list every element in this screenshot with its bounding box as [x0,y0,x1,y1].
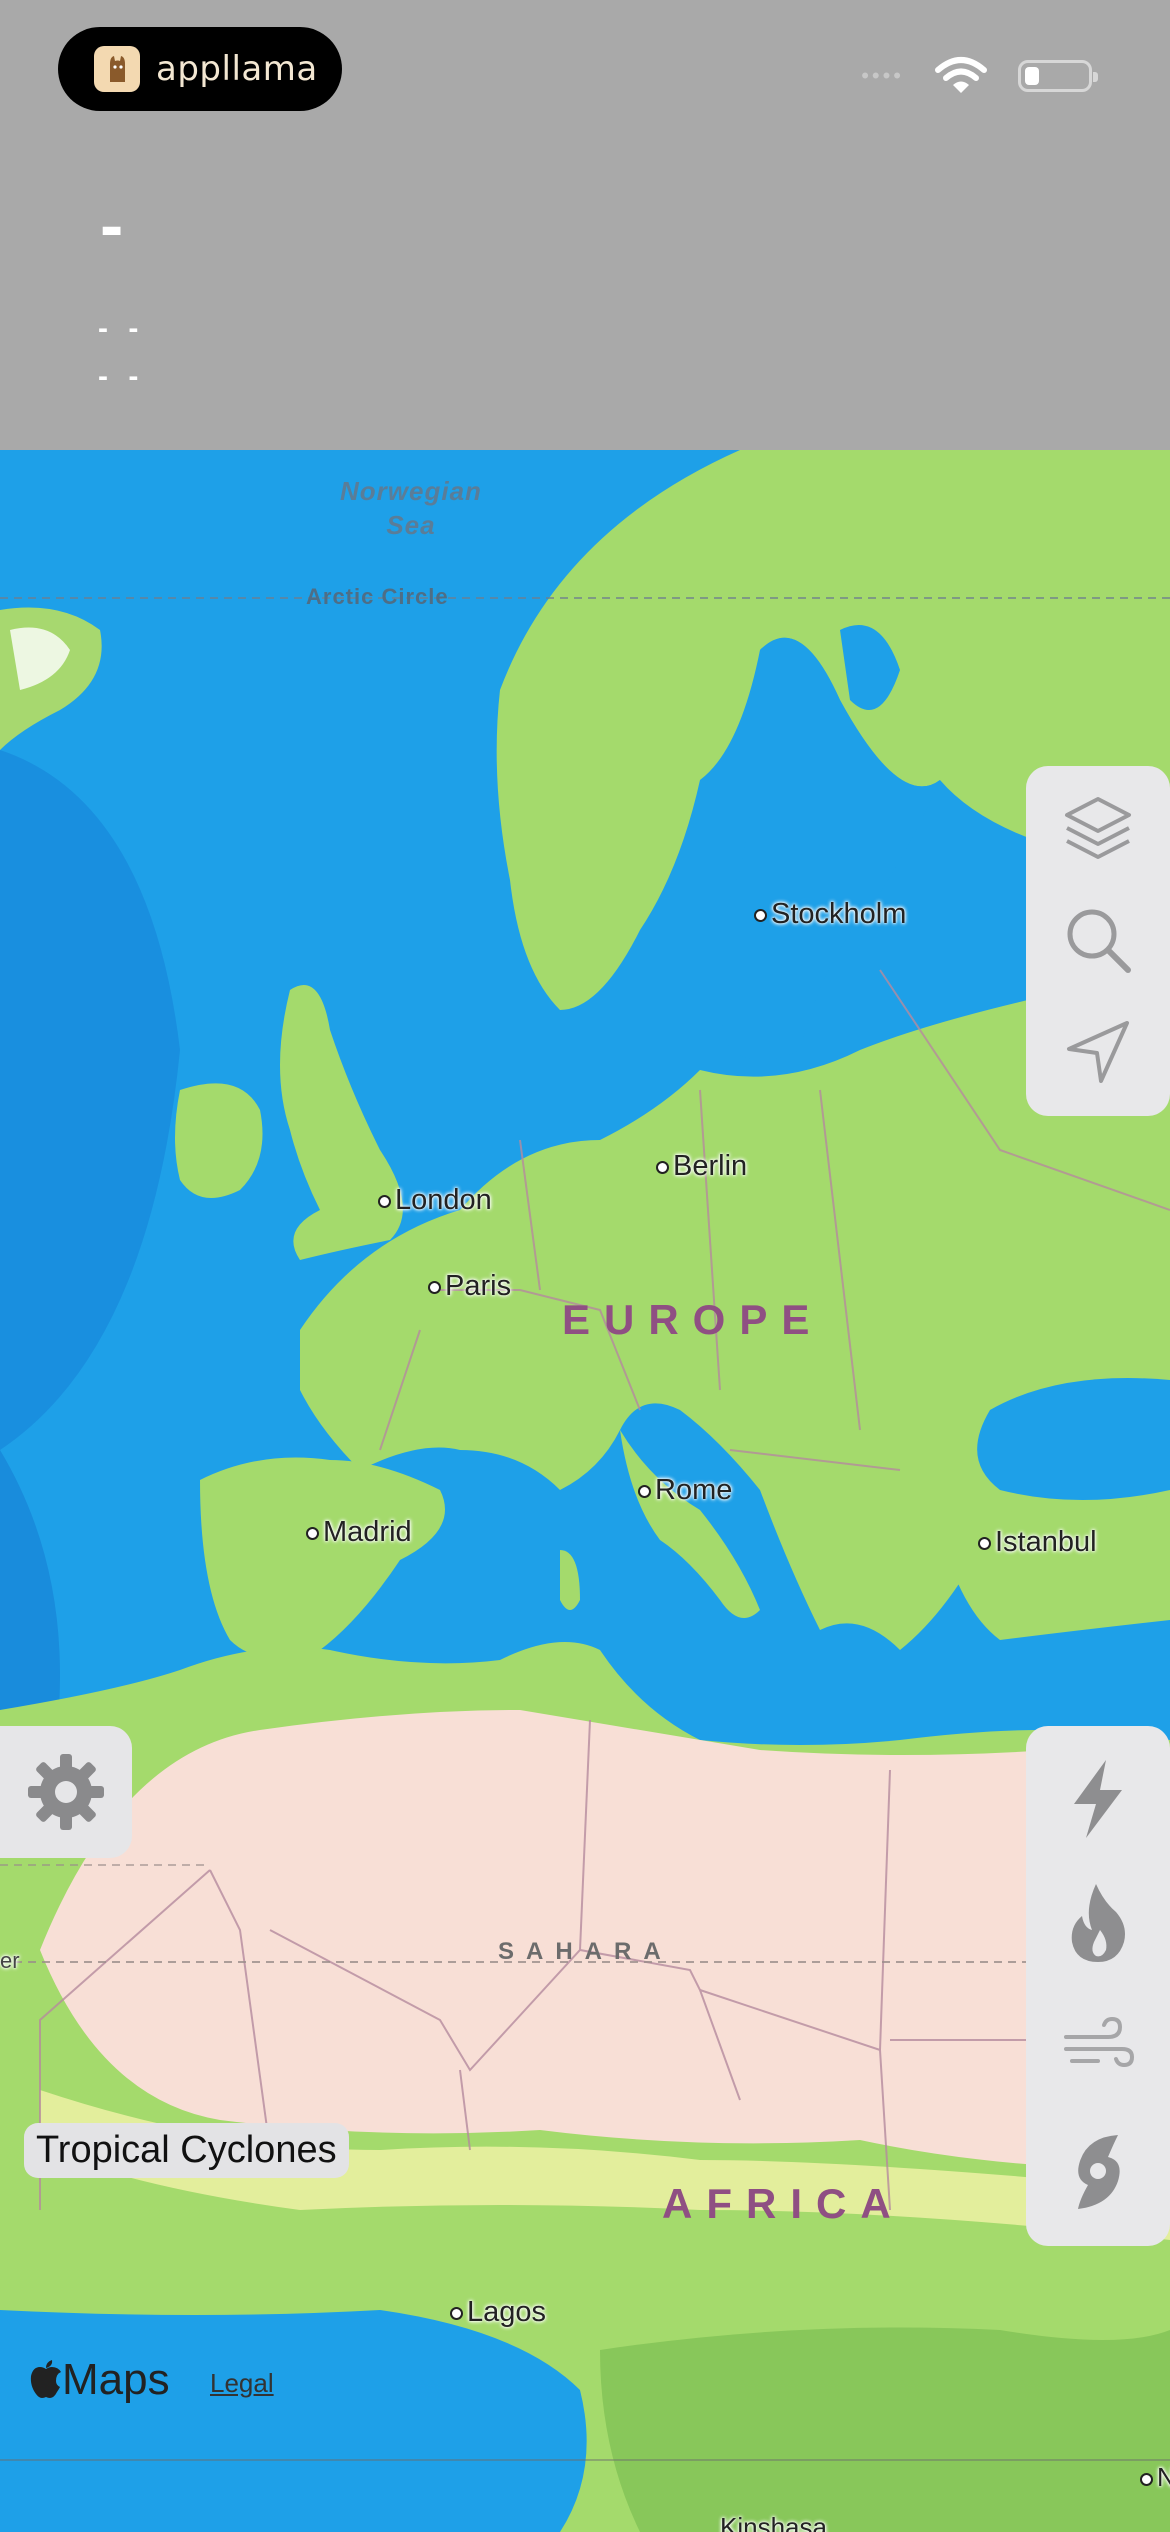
city-madrid[interactable]: Madrid [306,1516,412,1549]
signal-dots-icon: •••• [861,63,904,88]
sea-label-norwegian: Norwegian Sea [340,476,482,540]
info-line-1: - - [98,312,145,345]
city-label: Lagos [467,2296,547,2328]
info-line-2: - - [98,360,145,393]
region-sahara: SAHARA [498,1938,673,1965]
appllama-badge[interactable]: appllama [58,27,342,111]
legal-link[interactable]: Legal [210,2368,274,2399]
search-icon [1067,909,1131,973]
map-canvas [0,450,1170,2532]
status-bar: •••• [861,56,1098,96]
apple-icon [30,2360,61,2398]
region-africa: AFRICA [662,2180,905,2227]
city-label: Istanbul [995,1526,1097,1558]
apple-maps-logo: Maps [30,2355,170,2405]
wifi-icon [935,57,987,93]
location-arrow-icon [1067,1021,1129,1083]
llama-icon [94,46,140,92]
search-button[interactable] [1026,890,1170,990]
maps-wordmark: Maps [62,2355,170,2404]
layers-icon [1065,797,1131,859]
city-stockholm[interactable]: Stockholm [754,898,906,931]
locate-button[interactable] [1026,1002,1170,1102]
region-europe: EUROPE [562,1296,824,1343]
city-label: Paris [445,1270,512,1302]
city-rome[interactable]: Rome [638,1474,732,1507]
map-layers-panel [1026,1726,1170,2246]
brand-name: appllama [156,49,318,89]
gear-icon [28,1754,104,1830]
city-label: Rome [655,1474,733,1506]
wind-icon [1064,2017,1134,2068]
city-label: Stockholm [771,898,907,930]
edge-label-left: er [0,1948,20,1973]
battery-icon [1018,60,1098,92]
hurricane-icon [1078,2135,1120,2209]
city-london[interactable]: London [378,1184,492,1217]
arctic-circle-label: Arctic Circle [306,584,449,609]
active-layer-label: Tropical Cyclones [24,2123,349,2178]
city-istanbul[interactable]: Istanbul [978,1526,1097,1559]
lightning-layer-button[interactable] [1026,1740,1170,1858]
map-view[interactable]: Norwegian Sea Arctic Circle Stockholm Be… [0,450,1170,2532]
city-berlin[interactable]: Berlin [656,1150,747,1183]
fire-icon [1071,1884,1125,1962]
city-lagos[interactable]: Lagos [450,2296,546,2329]
fire-layer-button[interactable] [1026,1864,1170,1982]
layers-button[interactable] [1026,778,1170,878]
edge-label-bottom: Kinshasa [720,2512,827,2532]
lightning-icon [1074,1760,1122,1838]
city-paris[interactable]: Paris [428,1270,511,1303]
city-label: London [395,1184,492,1216]
hurricane-layer-button[interactable] [1026,2112,1170,2230]
map-controls-top [1026,766,1170,1116]
settings-button[interactable] [0,1726,132,1858]
header: appllama •••• - - - - - [0,0,1170,450]
title-placeholder: - [100,186,124,264]
edge-label-bottom-right: N [1140,2462,1170,2493]
wind-layer-button[interactable] [1026,1988,1170,2106]
city-label: Madrid [323,1516,412,1548]
city-label: Berlin [673,1150,748,1182]
